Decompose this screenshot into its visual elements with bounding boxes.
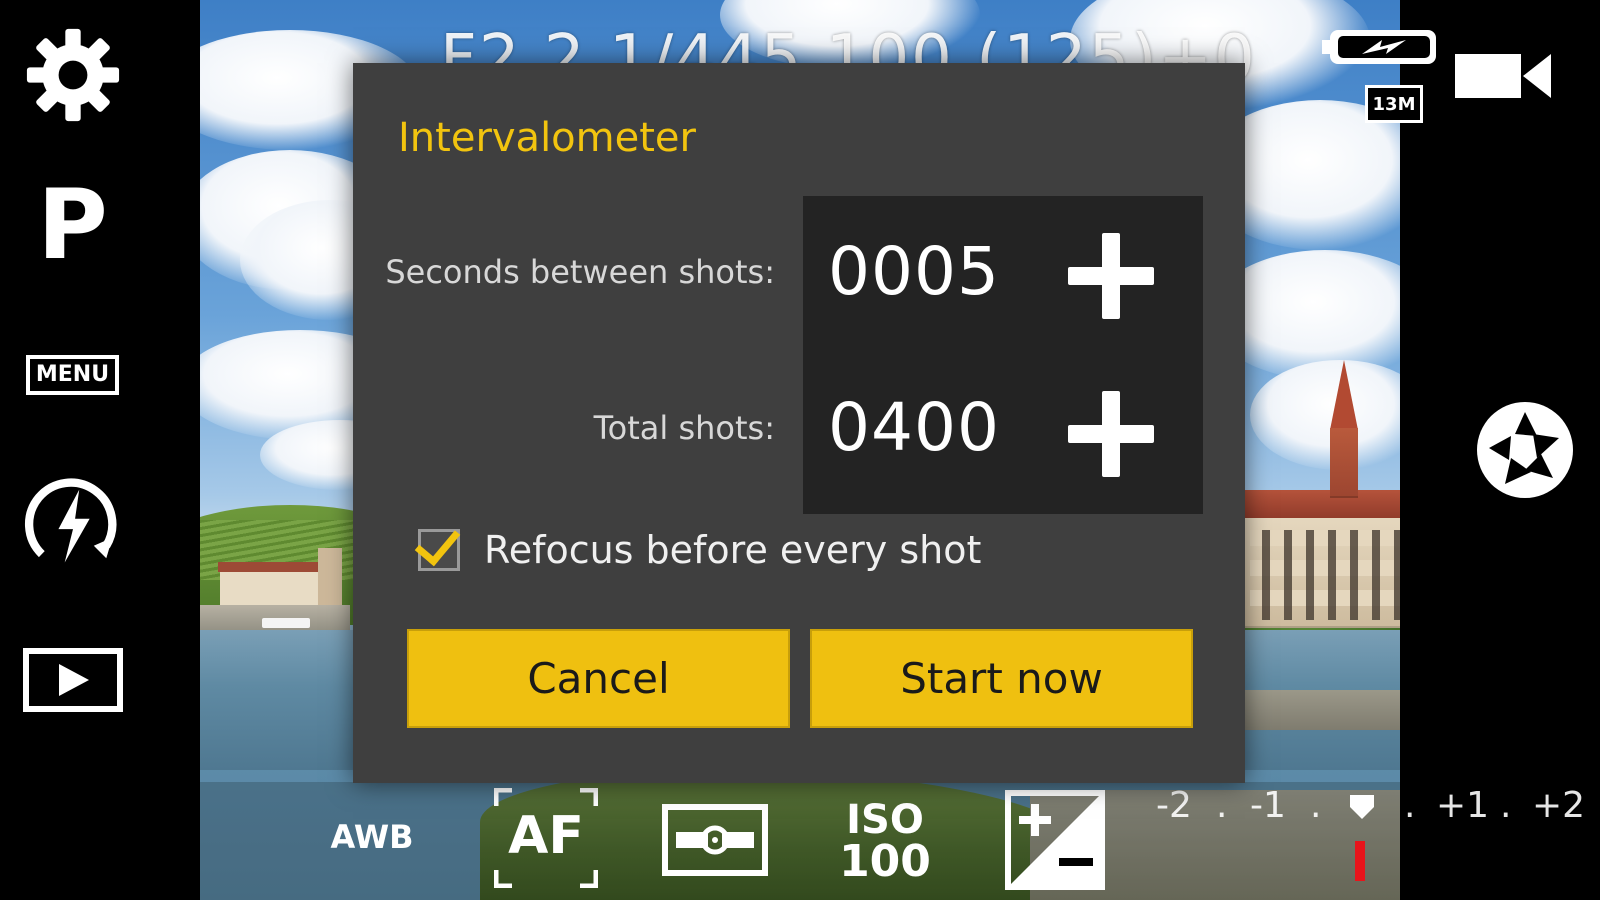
white-balance-button[interactable]: AWB <box>322 818 422 868</box>
shutter-button[interactable] <box>1475 400 1575 500</box>
metering-icon <box>662 804 768 876</box>
preview-tower <box>318 548 342 610</box>
shooting-mode-button[interactable]: P <box>0 175 145 275</box>
menu-label: MENU <box>25 355 120 395</box>
resolution-badge: 13M <box>1365 85 1423 123</box>
aperture-shutter-icon <box>1477 402 1573 498</box>
white-balance-label: AWB <box>330 818 414 856</box>
ev-label-dot: . <box>1310 785 1322 826</box>
seconds-between-shots-value[interactable]: 0005 <box>828 233 1000 310</box>
shooting-mode-label: P <box>37 169 108 281</box>
refocus-checkbox[interactable] <box>414 518 461 571</box>
playback-button[interactable] <box>0 640 145 720</box>
cancel-button[interactable]: Cancel <box>407 629 790 728</box>
start-now-button[interactable]: Start now <box>810 629 1193 728</box>
iso-label: ISO <box>846 797 924 843</box>
focus-mode-button[interactable]: AF <box>494 788 598 888</box>
ev-label-minus-2: -2 <box>1156 785 1192 826</box>
video-camera-icon <box>1455 54 1551 98</box>
resolution-label: 13M <box>1372 93 1416 115</box>
preview-church-tower <box>1330 428 1358 498</box>
flash-auto-icon <box>24 478 116 563</box>
total-shots-increment-button[interactable] <box>1068 391 1154 477</box>
menu-button[interactable]: MENU <box>0 345 145 405</box>
video-mode-button[interactable] <box>1455 48 1555 104</box>
preview-church-spire <box>1330 360 1358 430</box>
preview-riverbank-right <box>1220 690 1400 730</box>
checkmark-icon <box>414 518 461 567</box>
play-icon <box>22 648 123 712</box>
seconds-increment-button[interactable] <box>1068 233 1154 319</box>
ev-label-minus-1: -1 <box>1250 785 1286 826</box>
ev-label-plus-1: +1 <box>1436 785 1490 826</box>
seconds-between-shots-label: Seconds between shots: <box>385 253 775 291</box>
ev-label-plus-2: +2 <box>1532 785 1586 826</box>
dialog-title: Intervalometer <box>398 115 696 161</box>
ev-current-marker-icon <box>1350 795 1374 819</box>
exposure-scale[interactable]: -2 . -1 . . +1 . +2 <box>1150 785 1585 885</box>
total-shots-label: Total shots: <box>593 409 775 447</box>
focus-mode-label: AF <box>508 806 584 866</box>
flash-button[interactable] <box>0 470 145 580</box>
exposure-compensation-button[interactable] <box>1005 790 1105 890</box>
intervalometer-dialog: Intervalometer Seconds between shots: 00… <box>353 63 1245 783</box>
camera-screen: F2.2 1/445 100 (125)+0 P MENU 13M AWB AF… <box>0 0 1600 900</box>
battery-indicator <box>1320 28 1440 68</box>
right-sidebar: 13M <box>1322 0 1600 900</box>
ev-label-dot: . <box>1404 785 1416 826</box>
preview-boat <box>262 618 310 628</box>
ev-indicator-bar <box>1355 841 1365 881</box>
refocus-label: Refocus before every shot <box>484 528 982 572</box>
metering-button[interactable] <box>662 804 768 876</box>
left-sidebar: P MENU <box>0 0 200 900</box>
preview-cloud <box>1250 360 1400 470</box>
exposure-compensation-icon <box>1005 790 1105 890</box>
iso-value: 100 <box>839 836 931 887</box>
settings-button[interactable] <box>0 25 145 125</box>
total-shots-value[interactable]: 0400 <box>828 389 1000 466</box>
ev-label-dot: . <box>1500 785 1512 826</box>
preview-roof <box>1240 490 1400 520</box>
refocus-option[interactable]: Refocus before every shot <box>414 518 982 572</box>
preview-windows <box>1250 530 1400 620</box>
ev-label-dot: . <box>1216 785 1228 826</box>
battery-charging-icon <box>1322 30 1436 64</box>
iso-button[interactable]: ISO 100 <box>835 800 935 890</box>
gear-icon <box>26 28 119 122</box>
